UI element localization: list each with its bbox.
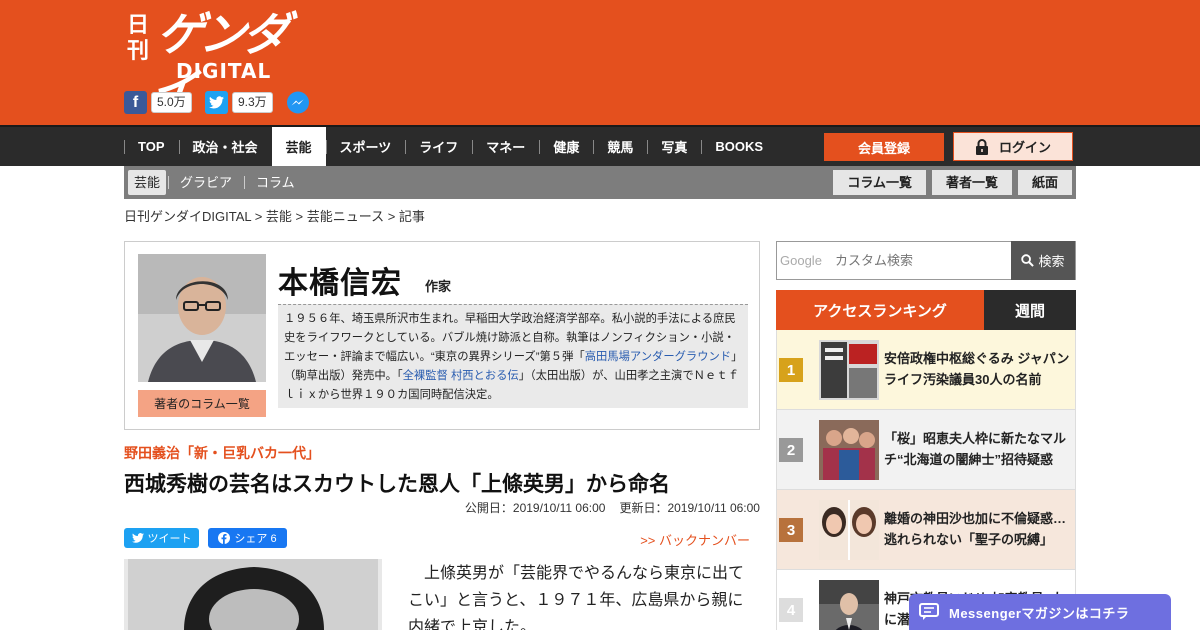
- twitter-count: 9.3万: [232, 92, 273, 113]
- nav-item[interactable]: 健康: [539, 127, 593, 166]
- article-body: 上條英男が「芸能界でやるんなら東京に出てこい」と言うと、１９７１年、広島県から親…: [408, 565, 745, 630]
- lock-icon: [975, 138, 988, 155]
- subnav-button[interactable]: コラム一覧: [833, 170, 926, 195]
- twitter-follow[interactable]: 9.3万: [205, 91, 273, 114]
- ranking-thumbnail: [819, 580, 879, 630]
- register-button[interactable]: 会員登録: [824, 133, 944, 161]
- nav-item[interactable]: 競馬: [593, 127, 647, 166]
- chat-icon: [919, 603, 939, 620]
- ranking-thumbnail: [819, 340, 879, 400]
- nav-item[interactable]: 写真: [647, 127, 701, 166]
- tab-access-ranking[interactable]: アクセスランキング: [776, 290, 984, 330]
- rank-number: 3: [779, 518, 803, 542]
- nav-item[interactable]: マネー: [472, 127, 539, 166]
- rank-number: 1: [779, 358, 803, 382]
- subnav-item[interactable]: 芸能: [128, 170, 167, 195]
- author-bio: １９５６年、埼玉県所沢市生まれ。早稲田大学政治経済学部卒。私小説的手法による庶民…: [278, 304, 748, 408]
- login-button[interactable]: ログイン: [953, 132, 1073, 161]
- subnav-item[interactable]: コラム: [244, 170, 307, 195]
- author-columns-button[interactable]: 著者のコラム一覧: [138, 390, 266, 417]
- ranking-item[interactable]: 3 離婚の神田沙也加に不倫疑惑…逃れられない「聖子の呪縛」: [777, 490, 1075, 570]
- site-header: 日刊 ゲンダイ DIGITAL f 5.0万 9.3万: [0, 0, 1200, 125]
- rank-number: 2: [779, 438, 803, 462]
- facebook-count: 5.0万: [151, 92, 192, 113]
- author-profile: 著者のコラム一覧 本橋信宏 作家 １９５６年、埼玉県所沢市生まれ。早稲田大学政治…: [124, 241, 760, 430]
- search-button[interactable]: 検索: [1011, 241, 1075, 280]
- article-dates: 公開日：2019/10/11 06:00 更新日：2019/10/11 06:0…: [465, 499, 760, 516]
- tab-weekly[interactable]: 週間: [984, 290, 1076, 330]
- messenger-follow[interactable]: [286, 91, 310, 114]
- messenger-magazine-button[interactable]: Messengerマガジンはコチラ: [909, 594, 1171, 630]
- twitter-icon: [205, 91, 228, 114]
- ranking-title: 離婚の神田沙也加に不倫疑惑…逃れられない「聖子の呪縛」: [884, 511, 1067, 547]
- search-icon: [1021, 254, 1035, 267]
- site-logo[interactable]: 日刊 ゲンダイ DIGITAL: [126, 7, 306, 117]
- nav-item[interactable]: 芸能: [271, 127, 326, 166]
- breadcrumb[interactable]: 日刊ゲンダイDIGITAL > 芸能 > 芸能ニュース > 記事: [124, 206, 425, 225]
- facebook-follow[interactable]: f 5.0万: [124, 91, 192, 114]
- login-label: ログイン: [998, 140, 1051, 155]
- facebook-icon: [218, 532, 231, 544]
- published-date: 公開日：2019/10/11 06:00: [464, 501, 606, 515]
- site-search: Google 検索: [776, 241, 1076, 280]
- logo-sub: DIGITAL: [176, 59, 272, 83]
- ranking-thumbnail: [819, 500, 879, 560]
- backnumber-link[interactable]: >> バックナンバー: [640, 530, 750, 549]
- nav-item[interactable]: 政治・社会: [178, 127, 272, 166]
- share-label: シェア 6: [234, 533, 277, 545]
- article-headline: 西城秀樹の芸名はスカウトした恩人「上條英男」から命名: [124, 473, 670, 496]
- google-label: Google: [780, 253, 822, 268]
- series-title[interactable]: 野田義治「新・巨乳バカ一代」: [124, 443, 320, 463]
- nav-item[interactable]: TOP: [124, 127, 179, 166]
- ranking-item[interactable]: 1 安倍政権中枢総ぐるみ ジャパンライフ汚染議員30人の名前: [777, 330, 1075, 410]
- facebook-share-button[interactable]: シェア 6: [208, 528, 287, 548]
- subnav-button[interactable]: 紙面: [1017, 170, 1072, 195]
- nav-item[interactable]: ライフ: [405, 127, 472, 166]
- author-photo: [138, 254, 266, 382]
- messenger-bar-label: Messengerマガジンはコチラ: [949, 605, 1130, 621]
- subnav-item[interactable]: グラビア: [168, 170, 244, 195]
- updated-date: 更新日：2019/10/11 06:00: [619, 501, 760, 515]
- main-nav: TOP 政治・社会 芸能 スポーツ ライフ マネー 健康 競馬 写真 BOOKS 会員登録 ログイ…: [0, 125, 1200, 166]
- ranking-title: 「桜」昭恵夫人枠に新たなマルチ“北海道の闇紳士”招待疑惑: [884, 431, 1067, 467]
- messenger-icon: [287, 91, 309, 113]
- ranking-tabs: アクセスランキング 週間: [776, 290, 1076, 330]
- ranking-item[interactable]: 2 「桜」昭恵夫人枠に新たなマルチ“北海道の闇紳士”招待疑惑: [777, 410, 1075, 490]
- ranking-thumbnail: [819, 420, 879, 480]
- rank-number: 4: [779, 598, 803, 622]
- twitter-icon: [131, 533, 144, 543]
- author-name: 本橋信宏: [278, 266, 402, 301]
- bio-link-book[interactable]: 全裸監督 村西とおる伝: [403, 370, 519, 382]
- search-button-label: 検索: [1038, 254, 1065, 269]
- nav-item[interactable]: BOOKS: [701, 127, 777, 166]
- sub-nav: 芸能 グラビア コラム コラム一覧 著者一覧 紙面: [124, 166, 1076, 199]
- nav-item[interactable]: スポーツ: [325, 127, 406, 166]
- subnav-button[interactable]: 著者一覧: [931, 170, 1012, 195]
- bio-link-book[interactable]: 高田馬場アンダーグラウンド: [585, 351, 731, 363]
- ranking-title: 安倍政権中枢総ぐるみ ジャパンライフ汚染議員30人の名前: [884, 351, 1070, 387]
- facebook-icon: f: [124, 91, 147, 114]
- tweet-button[interactable]: ツイート: [124, 528, 199, 548]
- author-role: 作家: [425, 280, 452, 295]
- tweet-label: ツイート: [147, 533, 192, 545]
- logo-nikkan: 日刊: [126, 12, 149, 64]
- ranking-list: 1 安倍政権中枢総ぐるみ ジャパンライフ汚染議員30人の名前 2 「桜」昭恵夫人枠に新…: [776, 330, 1076, 630]
- article-photo: [124, 559, 382, 630]
